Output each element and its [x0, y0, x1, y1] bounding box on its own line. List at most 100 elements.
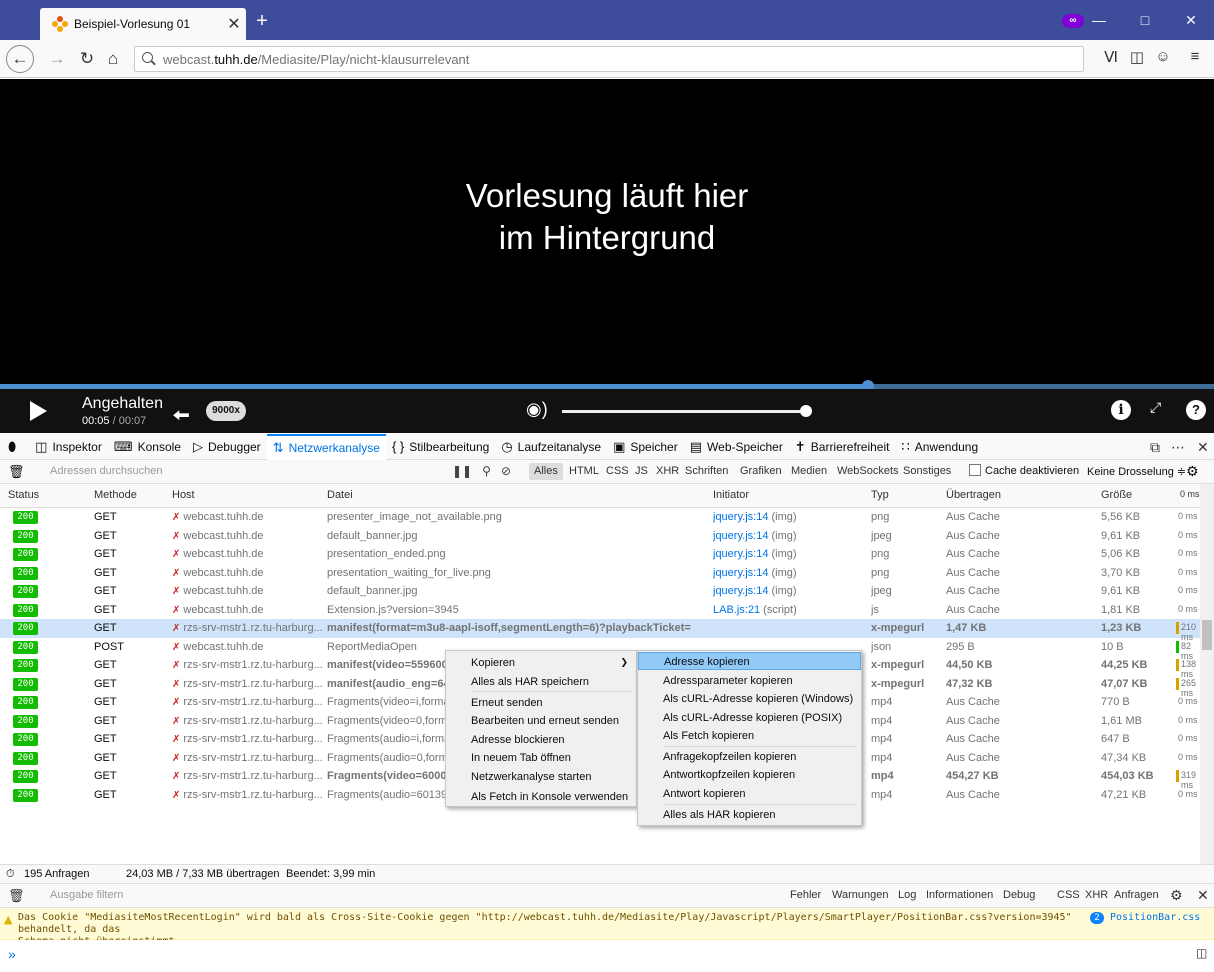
- throttle-select[interactable]: Keine Drosselung ≑: [1087, 465, 1186, 478]
- tab-laufzeitanalyse[interactable]: ◷ Laufzeitanalyse: [495, 434, 607, 460]
- table-row[interactable]: 200 GET ✗ webcast.tuhh.de presentation_waiti…: [0, 564, 1200, 583]
- block-icon[interactable]: ⊘: [501, 464, 511, 478]
- back-button[interactable]: ←: [6, 45, 34, 73]
- close-devtools-icon[interactable]: ✕: [1197, 439, 1209, 456]
- volume-icon[interactable]: ◉): [526, 399, 548, 420]
- browser-tab[interactable]: Beispiel-Vorlesung 01 ✕: [40, 8, 246, 40]
- col-uebertragen[interactable]: Übertragen: [946, 489, 1001, 501]
- submenu-item[interactable]: Antwort kopieren: [638, 785, 861, 803]
- submenu-item[interactable]: Antwortkopfzeilen kopieren: [638, 766, 861, 784]
- submenu-item[interactable]: Adresse kopieren: [638, 652, 861, 670]
- close-console-icon[interactable]: ✕: [1197, 887, 1209, 904]
- submenu-item[interactable]: Alles als HAR kopieren: [638, 806, 861, 824]
- filter-grafiken[interactable]: Grafiken: [735, 463, 787, 480]
- level-warnungen[interactable]: Warnungen: [832, 889, 888, 901]
- sidebar-icon[interactable]: ◫: [1124, 48, 1150, 66]
- col-datei[interactable]: Datei: [327, 489, 353, 501]
- context-menu-item[interactable]: Erneut senden: [446, 694, 636, 712]
- filter-console-css[interactable]: CSS: [1057, 889, 1080, 901]
- home-button[interactable]: ⌂: [100, 46, 126, 72]
- context-menu-item[interactable]: Als Fetch in Konsole verwenden: [446, 788, 636, 806]
- context-menu-item[interactable]: Bearbeiten und erneut senden: [446, 712, 636, 730]
- col-initiator[interactable]: Initiator: [713, 489, 749, 501]
- info-icon[interactable]: i: [1111, 400, 1131, 420]
- table-row[interactable]: 200 GET ✗ webcast.tuhh.de presentation_ended…: [0, 545, 1200, 564]
- filter-html[interactable]: HTML: [564, 463, 604, 480]
- warning-source-link[interactable]: 2 PositionBar.css: [1090, 912, 1200, 924]
- pause-icon[interactable]: ❚❚: [452, 464, 472, 478]
- tab-barrierefreiheit[interactable]: ✝ Barrierefreiheit: [789, 434, 896, 460]
- initiator-cell[interactable]: jquery.js:14 (img): [713, 585, 797, 597]
- table-row[interactable]: 200 GET ✗ rzs-srv-mstr1.rz.tu-harburg.... ma…: [0, 619, 1200, 642]
- filter-medien[interactable]: Medien: [786, 463, 832, 480]
- submenu-item[interactable]: Anfragekopfzeilen kopieren: [638, 748, 861, 766]
- col-status[interactable]: Status: [8, 489, 39, 501]
- table-row[interactable]: 200 GET ✗ webcast.tuhh.de Extension.js?versi…: [0, 601, 1200, 620]
- video-player[interactable]: Vorlesung läuft hier im Hintergrund: [0, 79, 1214, 384]
- forward-button[interactable]: →: [44, 46, 70, 72]
- rewind-icon[interactable]: 🠨: [172, 399, 190, 437]
- col-host[interactable]: Host: [172, 489, 195, 501]
- gear-icon[interactable]: ⚙: [1186, 463, 1199, 480]
- col-timeline[interactable]: 0 ms: [1180, 489, 1200, 499]
- table-row[interactable]: 200 GET ✗ webcast.tuhh.de default_banner.jpg…: [0, 582, 1200, 601]
- initiator-cell[interactable]: jquery.js:14 (img): [713, 567, 797, 579]
- maximize-button[interactable]: □: [1122, 0, 1168, 40]
- level-informationen[interactable]: Informationen: [926, 889, 993, 901]
- close-window-button[interactable]: ✕: [1168, 0, 1214, 40]
- filter-console-anfragen[interactable]: Anfragen: [1114, 889, 1159, 901]
- level-log[interactable]: Log: [898, 889, 916, 901]
- filter-websockets[interactable]: WebSockets: [832, 463, 904, 480]
- scrollbar-thumb[interactable]: [1202, 620, 1212, 650]
- initiator-cell[interactable]: jquery.js:14 (img): [713, 530, 797, 542]
- tab-close-icon[interactable]: ✕: [222, 14, 246, 34]
- tab-anwendung[interactable]: ∷ Anwendung: [895, 434, 984, 460]
- filter-sonstiges[interactable]: Sonstiges: [898, 463, 956, 480]
- clear-console-icon[interactable]: 🗑: [8, 888, 25, 904]
- console-filter-input[interactable]: Ausgabe filtern: [50, 889, 123, 901]
- new-tab-button[interactable]: +: [250, 10, 274, 34]
- filter-alles[interactable]: Alles: [529, 463, 563, 480]
- context-menu-item[interactable]: Netzwerkanalyse starten: [446, 768, 636, 786]
- address-bar[interactable]: webcast.tuhh.de/Mediasite/Play/nicht-kla…: [134, 46, 1084, 72]
- dock-icon[interactable]: ⧉: [1150, 439, 1160, 456]
- tab-debugger[interactable]: ▷ Debugger: [187, 434, 267, 460]
- context-menu-item[interactable]: Adresse blockieren: [446, 731, 636, 749]
- volume-slider-handle[interactable]: [800, 405, 812, 417]
- tab-stilbearbeitung[interactable]: { } Stilbearbeitung: [386, 434, 495, 460]
- minimize-button[interactable]: —: [1076, 0, 1122, 40]
- cache-checkbox[interactable]: [969, 464, 981, 476]
- submenu-item[interactable]: Adressparameter kopieren: [638, 672, 861, 690]
- more-options-icon[interactable]: ⋯: [1171, 439, 1185, 456]
- account-icon[interactable]: ☺: [1150, 48, 1176, 65]
- console-gear-icon[interactable]: ⚙: [1170, 887, 1183, 904]
- split-console-icon[interactable]: ◫: [1196, 946, 1207, 960]
- search-icon[interactable]: ⚲: [482, 464, 491, 478]
- submenu-item[interactable]: Als Fetch kopieren: [638, 727, 861, 745]
- context-menu-item[interactable]: Kopieren: [446, 654, 636, 672]
- submenu-item[interactable]: Als cURL-Adresse kopieren (Windows): [638, 690, 861, 708]
- element-picker-icon[interactable]: ⬮: [0, 434, 29, 460]
- tab-konsole[interactable]: ⌨ Konsole: [108, 434, 187, 460]
- col-groesse[interactable]: Größe: [1101, 489, 1132, 501]
- tab-inspektor[interactable]: ◫ Inspektor: [29, 434, 108, 460]
- initiator-cell[interactable]: jquery.js:14 (img): [713, 548, 797, 560]
- submenu-item[interactable]: Als cURL-Adresse kopieren (POSIX): [638, 709, 861, 727]
- console-input[interactable]: » ◫: [0, 940, 1214, 972]
- table-row[interactable]: 200 GET ✗ webcast.tuhh.de default_banner.jpg…: [0, 527, 1200, 546]
- table-scrollbar[interactable]: [1200, 484, 1214, 864]
- filter-js[interactable]: JS: [630, 463, 653, 480]
- context-menu-item[interactable]: Alles als HAR speichern: [446, 673, 636, 691]
- tab-web-speicher[interactable]: ▤ Web-Speicher: [684, 434, 789, 460]
- menu-icon[interactable]: ≡: [1182, 48, 1208, 65]
- initiator-cell[interactable]: jquery.js:14 (img): [713, 511, 797, 523]
- volume-slider[interactable]: [562, 410, 806, 413]
- level-debug[interactable]: Debug: [1003, 889, 1035, 901]
- fullscreen-icon[interactable]: ⤢: [1150, 399, 1161, 416]
- context-menu-item[interactable]: In neuem Tab öffnen: [446, 749, 636, 767]
- playback-speed-button[interactable]: 9000x: [206, 401, 246, 421]
- col-methode[interactable]: Methode: [94, 489, 137, 501]
- library-icon[interactable]: Ⅵ: [1098, 48, 1124, 66]
- play-icon[interactable]: [30, 401, 47, 421]
- filter-schriften[interactable]: Schriften: [680, 463, 733, 480]
